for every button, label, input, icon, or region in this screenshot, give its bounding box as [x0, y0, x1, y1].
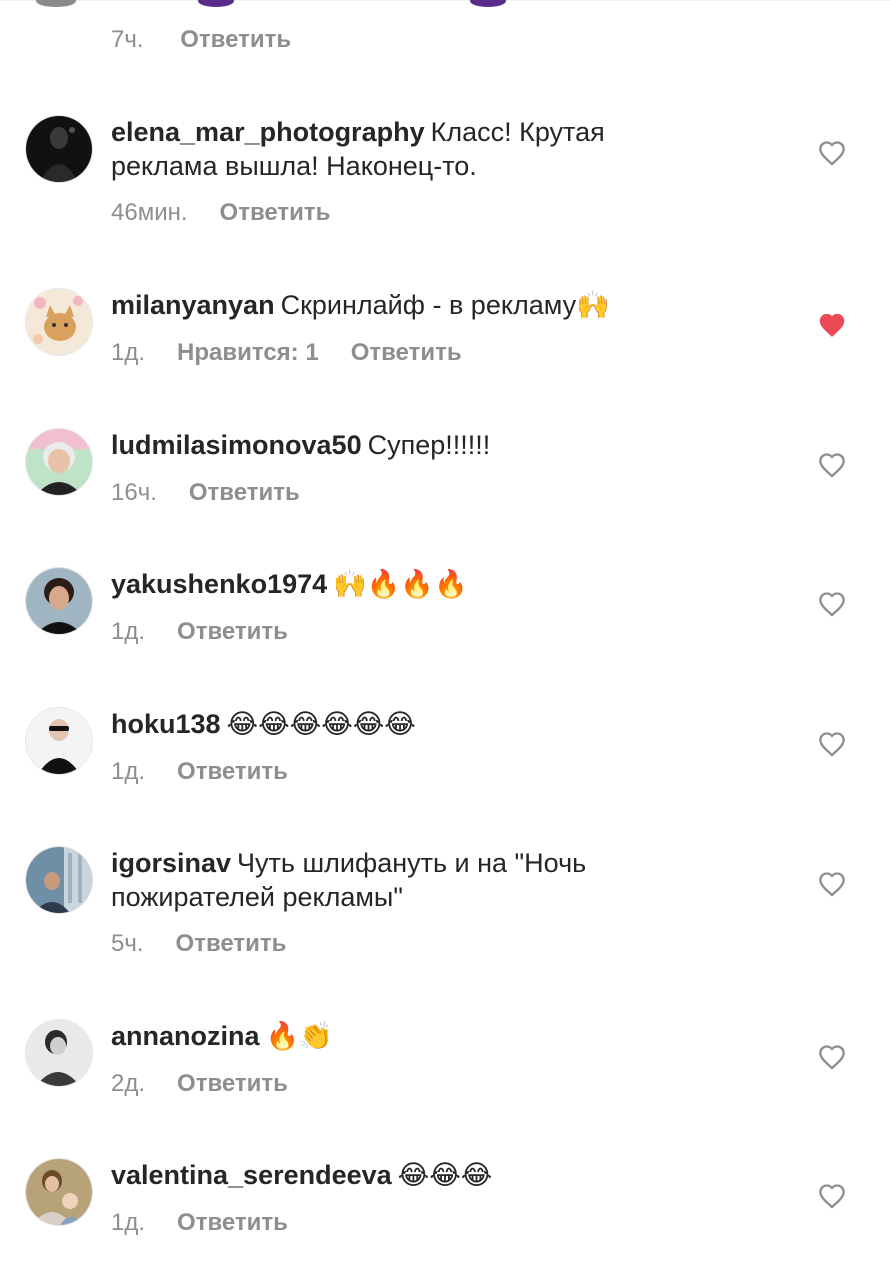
- reply-button[interactable]: Ответить: [351, 339, 462, 366]
- avatar[interactable]: [25, 846, 93, 914]
- comment-meta: 1д. Нравится: 1 Ответить: [111, 339, 462, 367]
- reply-button[interactable]: Ответить: [220, 199, 331, 226]
- comment-body: 🙌🔥🔥🔥: [333, 569, 468, 599]
- avatar[interactable]: [25, 707, 93, 775]
- comment-time: 1д.: [111, 339, 146, 366]
- comment-username[interactable]: igorsinav: [111, 848, 231, 878]
- heart-outline-icon[interactable]: [818, 140, 846, 166]
- comment-meta: 16ч. Ответить: [111, 479, 300, 507]
- comment-text: hoku138 😂😂😂😂😂😂: [111, 707, 711, 741]
- comment-meta: 1д. Ответить: [111, 758, 288, 786]
- comment-meta: 2д. Ответить: [111, 1070, 288, 1098]
- reply-button[interactable]: Ответить: [180, 26, 291, 53]
- reply-button[interactable]: Ответить: [177, 1070, 288, 1097]
- previous-comment-meta: 7ч. Ответить: [111, 26, 321, 54]
- previous-comment-edge: [0, 0, 890, 7]
- reply-button[interactable]: Ответить: [177, 758, 288, 785]
- comment-time: 1д.: [111, 618, 146, 645]
- avatar[interactable]: [25, 428, 93, 496]
- comment-body: Скринлайф - в рекламу🙌: [280, 290, 610, 320]
- comment-time: 1д.: [111, 758, 146, 785]
- avatar-edge: [36, 0, 76, 7]
- comment-username[interactable]: hoku138: [111, 709, 221, 739]
- emoji-edge: [198, 0, 234, 7]
- comment-body: 😂😂😂😂😂😂: [226, 709, 416, 739]
- reply-button[interactable]: Ответить: [176, 930, 287, 957]
- comment-time: 5ч.: [111, 930, 144, 957]
- heart-outline-icon[interactable]: [818, 871, 846, 897]
- comment-text: valentina_serendeeva 😂😂😂: [111, 1158, 711, 1192]
- comment-text: annanozina 🔥👏: [111, 1019, 711, 1053]
- comment-time: 1д.: [111, 1209, 146, 1236]
- reply-button[interactable]: Ответить: [177, 1209, 288, 1236]
- comment-body: Супер!!!!!!: [367, 430, 491, 460]
- avatar[interactable]: [25, 1158, 93, 1226]
- comment-meta: 1д. Ответить: [111, 618, 288, 646]
- heart-outline-icon[interactable]: [818, 591, 846, 617]
- reply-button[interactable]: Ответить: [177, 618, 288, 645]
- heart-filled-icon[interactable]: [818, 312, 846, 338]
- comment-text: yakushenko1974 🙌🔥🔥🔥: [111, 567, 711, 601]
- comment-time: 7ч.: [111, 26, 144, 53]
- comment-meta: 46мин. Ответить: [111, 199, 330, 227]
- heart-outline-icon[interactable]: [818, 1044, 846, 1070]
- comment-username[interactable]: milanyanyan: [111, 290, 275, 320]
- emoji-edge: [470, 0, 506, 7]
- heart-outline-icon[interactable]: [818, 452, 846, 478]
- likes-count[interactable]: Нравится: 1: [177, 339, 319, 366]
- comment-text: elena_mar_photography Класс! Крутая рекла…: [111, 115, 711, 183]
- comment-time: 2д.: [111, 1070, 146, 1097]
- avatar[interactable]: [25, 288, 93, 356]
- avatar[interactable]: [25, 1019, 93, 1087]
- comment-meta: 5ч. Ответить: [111, 930, 286, 958]
- comment-text: igorsinav Чуть шлифануть и на "Ночь пожир…: [111, 846, 711, 914]
- comment-username[interactable]: elena_mar_photography: [111, 117, 425, 147]
- avatar[interactable]: [25, 567, 93, 635]
- comment-username[interactable]: valentina_serendeeva: [111, 1160, 392, 1190]
- heart-outline-icon[interactable]: [818, 1183, 846, 1209]
- comment-username[interactable]: ludmilasimonova50: [111, 430, 362, 460]
- reply-button[interactable]: Ответить: [189, 479, 300, 506]
- comment-time: 16ч.: [111, 479, 157, 506]
- comment-username[interactable]: yakushenko1974: [111, 569, 327, 599]
- comment-username[interactable]: annanozina: [111, 1021, 260, 1051]
- heart-outline-icon[interactable]: [818, 731, 846, 757]
- comment-body: 🔥👏: [265, 1021, 333, 1051]
- comment-time: 46мин.: [111, 199, 188, 226]
- comment-text: ludmilasimonova50 Супер!!!!!!: [111, 428, 711, 462]
- avatar[interactable]: [25, 115, 93, 183]
- comment-meta: 1д. Ответить: [111, 1209, 288, 1237]
- comment-text: milanyanyan Скринлайф - в рекламу🙌: [111, 288, 711, 322]
- comment-body: 😂😂😂: [397, 1160, 493, 1190]
